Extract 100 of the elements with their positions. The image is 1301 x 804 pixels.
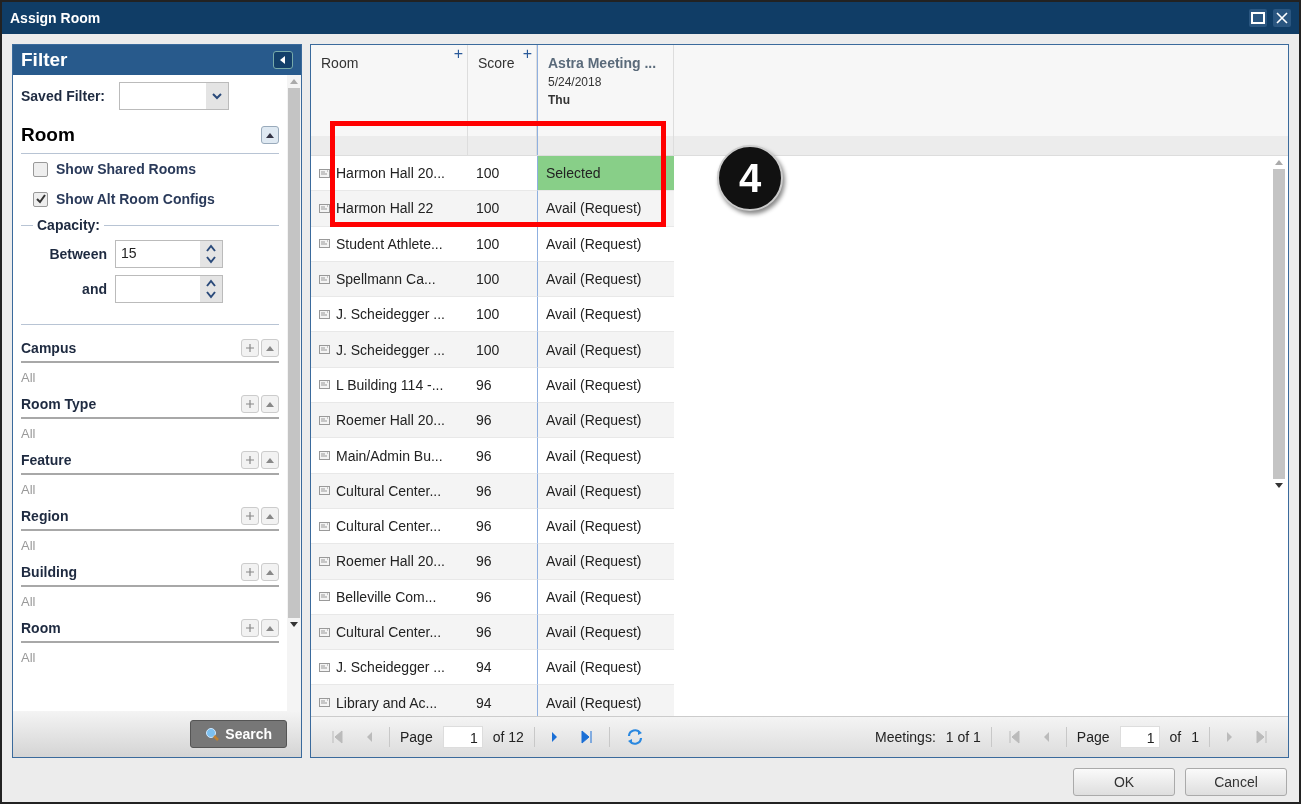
page-label: Page xyxy=(1076,729,1110,745)
plus-icon xyxy=(245,567,255,577)
table-cell: 94 xyxy=(468,685,537,716)
chevron-down-icon xyxy=(212,92,223,100)
meeting-title: Astra Meeting ... xyxy=(548,55,658,71)
add-button[interactable] xyxy=(241,451,259,469)
check-icon xyxy=(35,194,46,204)
checkbox[interactable] xyxy=(33,161,48,177)
step-callout: 4 xyxy=(717,145,783,211)
add-column-icon[interactable]: + xyxy=(522,45,532,63)
room-icon xyxy=(319,592,330,602)
add-column-icon[interactable]: + xyxy=(453,45,463,63)
room-icon xyxy=(319,486,330,496)
status-cell[interactable]: Avail (Request) xyxy=(537,473,674,509)
last-page-icon[interactable] xyxy=(580,730,593,744)
refresh-icon[interactable] xyxy=(625,728,644,746)
room-icon xyxy=(319,627,330,637)
room-icon xyxy=(319,521,330,531)
page-field[interactable]: 1 xyxy=(1119,726,1160,748)
search-button[interactable]: Search xyxy=(190,720,287,748)
status-cell[interactable]: Avail (Request) xyxy=(537,367,674,404)
meeting-column-header[interactable]: Astra Meeting ... 5/24/2018 Thu xyxy=(537,45,674,155)
status-cell[interactable]: Avail (Request) xyxy=(537,579,674,615)
of-label: of xyxy=(1169,729,1182,745)
status-cell[interactable]: Avail (Request) xyxy=(537,403,674,439)
first-page-icon[interactable] xyxy=(1007,730,1020,744)
status-cell[interactable]: Avail (Request) xyxy=(537,438,674,474)
checkbox[interactable] xyxy=(33,191,48,207)
capacity-max-field[interactable] xyxy=(115,274,223,303)
meeting-date: 5/24/2018 xyxy=(548,75,603,89)
first-page-icon[interactable] xyxy=(331,730,343,744)
room-icon xyxy=(319,556,330,566)
status-cell[interactable]: Avail (Request) xyxy=(537,508,674,545)
add-button[interactable] xyxy=(241,563,259,581)
section-value: All xyxy=(21,649,37,667)
checkbox-label: Show Alt Room Configs xyxy=(56,191,215,207)
saved-filter-label: Saved Filter: xyxy=(21,88,106,104)
search-icon xyxy=(205,727,220,741)
status-cell[interactable]: Avail (Request) xyxy=(537,261,674,298)
scroll-up-icon[interactable] xyxy=(290,78,298,84)
window-title: Assign Room xyxy=(10,10,101,26)
status-cell[interactable]: Selected xyxy=(537,156,674,192)
section-title: Feature xyxy=(21,452,72,468)
section-title: Campus xyxy=(21,340,77,356)
room-icon xyxy=(319,415,330,425)
between-label: Between xyxy=(48,245,107,262)
page-count: of 12 xyxy=(492,729,524,745)
checkbox-label: Show Shared Rooms xyxy=(56,161,197,177)
table-cell: 100 xyxy=(468,332,537,368)
scroll-down-icon[interactable] xyxy=(1275,483,1283,489)
capacity-label: Capacity: xyxy=(37,217,101,233)
scroll-up-icon[interactable] xyxy=(1275,159,1283,165)
status-cell[interactable]: Avail (Request) xyxy=(537,685,674,716)
column-label: Score xyxy=(478,55,516,71)
grid-panel: Room + Score + Astra Meeting ... 5/24/2018 Thu Harmon Hall 20... 100 Selected Harmon Hall 22 100 Avail (Request) Student Athlete... 100 Avail (Request) Spellmann Ca... 100 Avail (Request) J. Scheidegger ... 100 Avail (Request) J. Scheidegger ... 100 Avail (Request) L Building 114 -... 96 Avail (Request) Roemer Hall 20... 96 Avail (Request) Main/Admin Bu... 96 Avail (Request) Cultural Center... 96 Avail (Request) Cultural Center... 96 Avail (Request) Roemer Hall 20... 96 Avail (Request) Belleville Com... 96 Avail (Request) Cultural Center... 96 Avail (Request) J. Scheidegger ... 94 Avail (Request) Library and Ac... 94 Avail (Request) Page 1 of 12 Meetings: 1 of 1 Page 1 of 1 4 xyxy=(310,44,1289,758)
status-cell[interactable]: Avail (Request) xyxy=(537,226,674,262)
section-title: Building xyxy=(21,564,77,580)
plus-icon xyxy=(245,623,255,633)
status-cell[interactable]: Avail (Request) xyxy=(537,614,674,651)
room-icon xyxy=(319,380,330,390)
scrollbar[interactable] xyxy=(287,75,301,711)
saved-filter-dropdown[interactable] xyxy=(119,82,230,110)
plus-icon xyxy=(245,511,255,521)
room-icon xyxy=(319,309,330,319)
add-button[interactable] xyxy=(241,619,259,637)
page-field[interactable]: 1 xyxy=(442,726,483,748)
plus-icon xyxy=(245,455,255,465)
caret-up-icon xyxy=(265,132,275,138)
section-title: Room Type xyxy=(21,396,97,412)
room-icon xyxy=(319,698,330,708)
add-button[interactable] xyxy=(241,507,259,525)
caret-up-icon xyxy=(265,625,275,631)
dialog-button[interactable]: Cancel xyxy=(1185,768,1287,796)
capacity-min-field[interactable]: 15 xyxy=(115,239,223,268)
next-page-icon[interactable] xyxy=(550,730,559,744)
filter-title: Filter xyxy=(21,49,68,71)
status-cell[interactable]: Avail (Request) xyxy=(537,297,674,333)
section-title: Region xyxy=(21,508,69,524)
previous-page-icon[interactable] xyxy=(365,730,373,744)
meetings-count: 1 of 1 xyxy=(945,729,981,745)
collapse-button[interactable] xyxy=(273,51,293,69)
dialog-button[interactable]: OK xyxy=(1073,768,1175,796)
add-button[interactable] xyxy=(241,395,259,413)
caret-up-icon xyxy=(265,457,275,463)
collapse-button[interactable] xyxy=(261,126,279,144)
caret-up-icon xyxy=(265,345,275,351)
status-cell[interactable]: Avail (Request) xyxy=(537,544,674,580)
page-count: 1 xyxy=(1191,729,1199,745)
scroll-down-icon[interactable] xyxy=(290,622,298,628)
add-button[interactable] xyxy=(241,339,259,357)
status-cell[interactable]: Avail (Request) xyxy=(537,650,674,686)
room-icon xyxy=(319,239,330,249)
table-cell: 96 xyxy=(468,473,537,509)
table-cell: 96 xyxy=(468,403,537,439)
table-cell: 96 xyxy=(468,544,537,580)
close-icon[interactable] xyxy=(1273,9,1291,27)
section-value: All xyxy=(21,425,37,443)
status-cell[interactable]: Avail (Request) xyxy=(537,332,674,368)
caret-left-icon xyxy=(280,56,286,64)
maximize-icon[interactable] xyxy=(1249,9,1267,27)
